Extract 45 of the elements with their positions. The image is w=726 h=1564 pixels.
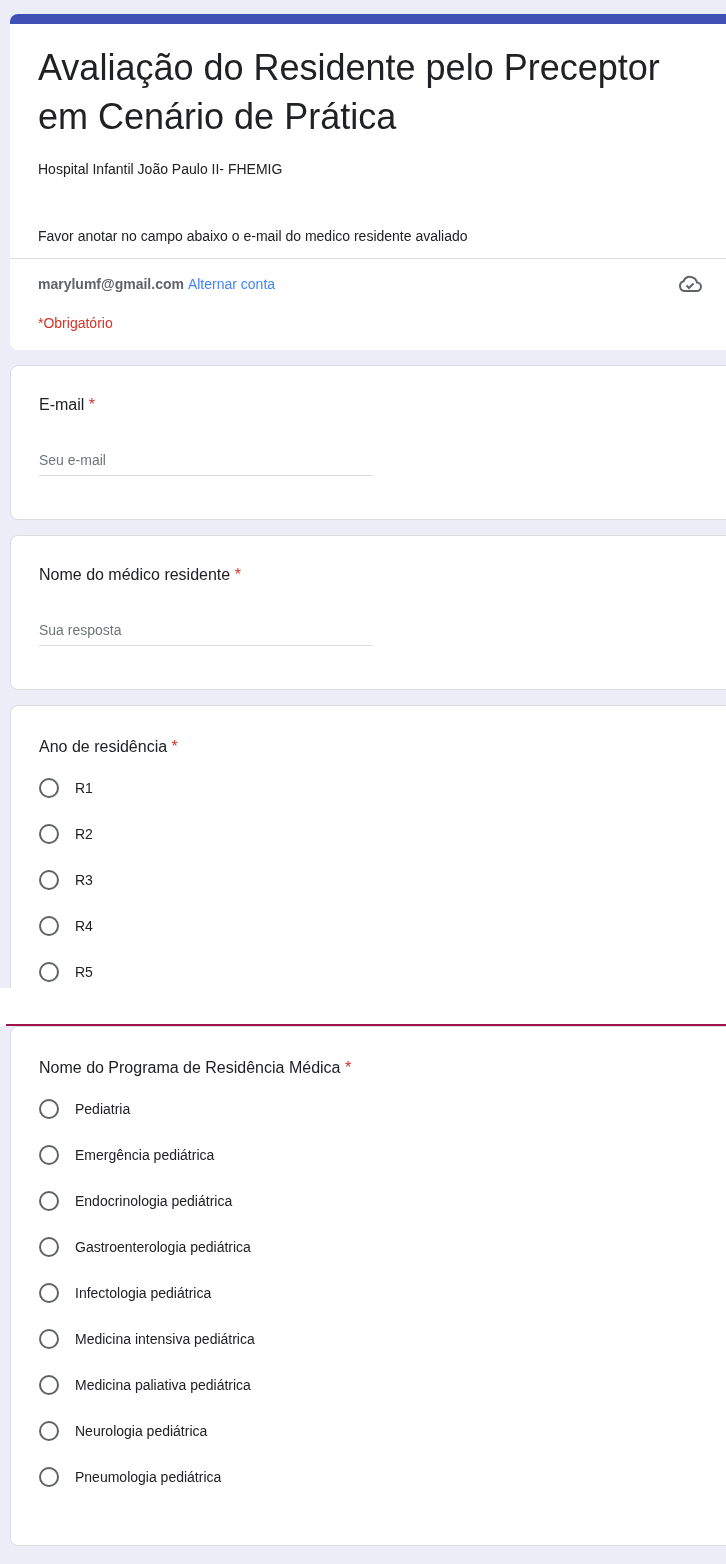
- radio-button[interactable]: [39, 1421, 59, 1441]
- question-label: E-mail *: [39, 396, 96, 414]
- option-label: Endocrinologia pediátrica: [75, 1193, 233, 1209]
- switch-account-link[interactable]: Alternar conta: [187, 276, 276, 292]
- required-asterisk: *: [344, 1059, 352, 1076]
- form-title: Avaliação do Residente pelo Preceptor em Cenário de Prática: [38, 46, 661, 139]
- option-label: Gastroenterologia pediátrica: [75, 1239, 251, 1255]
- option-label: Medicina paliativa pediátrica: [75, 1377, 251, 1393]
- option-label: Pneumologia pediátrica: [75, 1469, 222, 1485]
- form-instructions: Favor anotar no campo abaixo o e-mail do medico residente avaliado: [38, 228, 469, 244]
- option-label: R5: [75, 964, 93, 980]
- option-label: Medicina intensiva pediátrica: [75, 1331, 255, 1347]
- radio-button[interactable]: [39, 1145, 59, 1165]
- answer-field[interactable]: Seu e-mail: [39, 444, 373, 476]
- option-label: Infectologia pediátrica: [75, 1285, 212, 1301]
- question-label: Nome do Programa de Residência Médica *: [39, 1059, 353, 1077]
- question-label: Ano de residência *: [39, 738, 179, 756]
- answer-field[interactable]: Sua resposta: [39, 614, 373, 646]
- required-asterisk: *: [88, 396, 95, 413]
- radio-button[interactable]: [39, 778, 59, 798]
- cloud-check-icon: [678, 275, 702, 293]
- option-label: R3: [75, 872, 93, 888]
- radio-button[interactable]: [39, 916, 59, 936]
- option-label: Emergência pediátrica: [75, 1147, 215, 1163]
- radio-button[interactable]: [39, 1191, 59, 1211]
- question-label: Nome do médico residente *: [39, 566, 242, 584]
- radio-button[interactable]: [39, 1329, 59, 1349]
- option-label: R2: [75, 826, 93, 842]
- required-asterisk: *: [171, 738, 178, 755]
- option-label: Pediatria: [75, 1101, 131, 1117]
- account-email: marylumf@gmail.com: [38, 276, 184, 292]
- option-label: R1: [75, 780, 93, 796]
- radio-button[interactable]: [39, 1375, 59, 1395]
- radio-button[interactable]: [39, 1237, 59, 1257]
- radio-button[interactable]: [39, 824, 59, 844]
- radio-button[interactable]: [39, 1283, 59, 1303]
- radio-button[interactable]: [39, 1099, 59, 1119]
- form-subtitle: Hospital Infantil João Paulo II- FHEMIG: [38, 161, 284, 177]
- required-asterisk: *: [234, 566, 241, 583]
- radio-button[interactable]: [39, 962, 59, 982]
- option-label: R4: [75, 918, 93, 934]
- required-note: *Obrigatório: [38, 315, 114, 331]
- radio-button[interactable]: [39, 870, 59, 890]
- option-label: Neurologia pediátrica: [75, 1423, 208, 1439]
- radio-button[interactable]: [39, 1467, 59, 1487]
